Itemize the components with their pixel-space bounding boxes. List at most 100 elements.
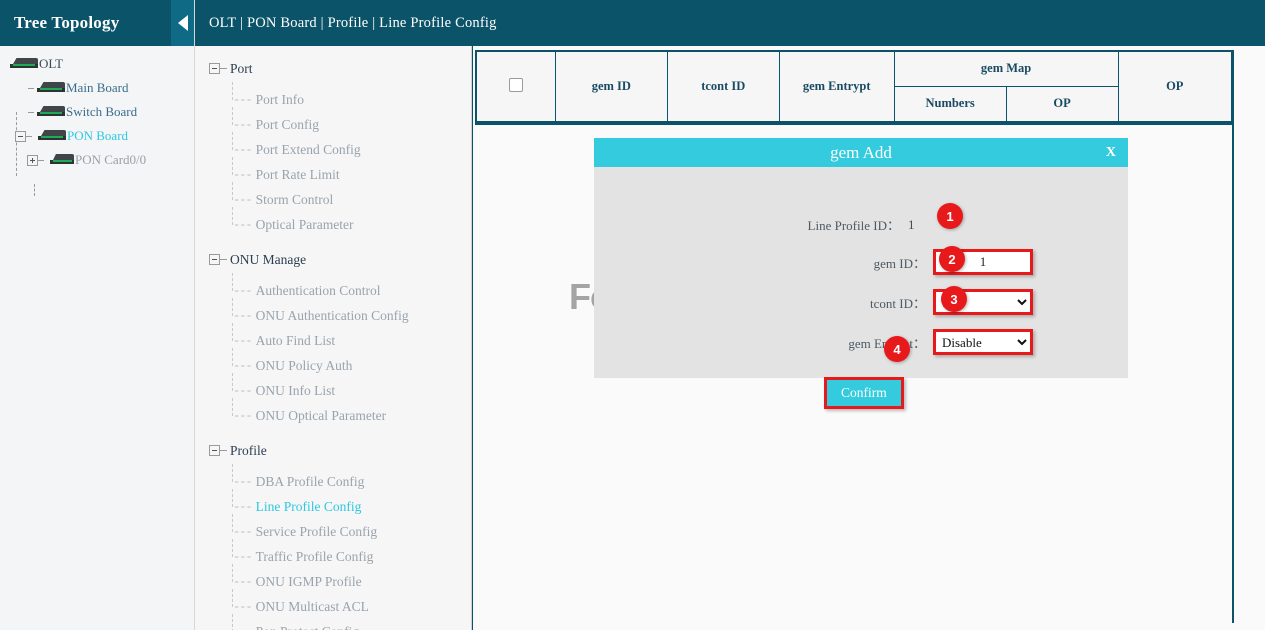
menu-group-label: Profile — [230, 443, 267, 459]
menu-connector — [232, 539, 233, 557]
gem-entrypt-highlight-box: DisableEnable — [933, 329, 1033, 355]
sidebar-item-port-config[interactable]: --- Port Config — [195, 112, 471, 137]
tree-node-switch-board[interactable]: Switch Board — [0, 100, 194, 124]
menu-connector-dash — [220, 259, 227, 260]
menu-connector-dash — [220, 450, 227, 451]
sidebar-item-port-rate-limit[interactable]: --- Port Rate Limit — [195, 162, 471, 187]
sidebar-item-traffic-profile-config[interactable]: --- Traffic Profile Config — [195, 544, 471, 569]
sidebar-item-storm-control[interactable]: --- Storm Control — [195, 187, 471, 212]
sidebar-item-label: Service Profile Config — [256, 524, 377, 540]
select-all-checkbox[interactable] — [509, 78, 523, 92]
menu-dash-icon: --- — [233, 168, 252, 182]
menu-connector — [232, 614, 233, 630]
table-right-border — [1232, 50, 1234, 623]
tree-connector-dash — [26, 136, 32, 137]
collapse-expander-icon[interactable] — [209, 445, 220, 456]
sidebar-item-label: Port Extend Config — [256, 142, 361, 158]
annotation-badge-1: 1 — [937, 203, 963, 229]
menu-connector — [232, 514, 233, 532]
expand-expander-icon[interactable] — [27, 155, 38, 166]
sidebar-item-onu-authentication-config[interactable]: --- ONU Authentication Config — [195, 303, 471, 328]
menu-dash-icon: --- — [233, 475, 252, 489]
menu-dash-icon: --- — [233, 193, 252, 207]
tree-node-label: PON Board — [67, 128, 128, 144]
sidebar-item-auto-find-list[interactable]: --- Auto Find List — [195, 328, 471, 353]
tree-connector — [34, 184, 35, 196]
sidebar-item-dba-profile-config[interactable]: --- DBA Profile Config — [195, 469, 471, 494]
device-icon — [37, 106, 65, 118]
menu-dash-icon: --- — [233, 384, 252, 398]
confirm-box: Confirm — [824, 377, 904, 409]
menu-connector — [232, 373, 233, 391]
confirm-button[interactable]: Confirm — [827, 380, 901, 406]
menu-dash-icon: --- — [233, 309, 252, 323]
sidebar-item-port-info[interactable]: --- Port Info — [195, 87, 471, 112]
sidebar-item-onu-optical-parameter[interactable]: --- ONU Optical Parameter — [195, 403, 471, 428]
col-header-gem-id: gem ID — [555, 51, 667, 123]
sidebar-item-label: Port Rate Limit — [256, 167, 340, 183]
line-profile-id-label: Line Profile ID： — [808, 215, 900, 234]
sidebar-item-label: DBA Profile Config — [256, 474, 365, 490]
menu-connector — [232, 298, 233, 316]
collapse-expander-icon[interactable] — [209, 63, 220, 74]
tree-node-label: Main Board — [66, 80, 128, 96]
gem-entrypt-select[interactable]: DisableEnable — [936, 332, 1030, 352]
sidebar-item-label: Traffic Profile Config — [256, 549, 374, 565]
collapse-expander-icon[interactable] — [209, 254, 220, 265]
sidebar-item-pon-protect-config[interactable]: --- Pon Protect Config — [195, 619, 471, 630]
tcont-id-row: tcont ID： 1234 — [840, 289, 1033, 315]
chevron-left-icon[interactable] — [171, 0, 194, 46]
gem-table-head: gem ID tcont ID gem Entrypt gem Map OP N… — [476, 51, 1232, 123]
sidebar-item-port-extend-config[interactable]: --- Port Extend Config — [195, 137, 471, 162]
device-icon — [50, 154, 74, 166]
menu-group-port[interactable]: Port — [195, 56, 471, 81]
sidebar-item-label: Pon Protect Config — [256, 624, 360, 630]
tree-topology-title: Tree Topology — [0, 13, 119, 33]
sidebar-item-label: Port Info — [256, 92, 304, 108]
menu-connector — [232, 348, 233, 366]
line-profile-id-value: 1 — [908, 217, 915, 233]
tree-node-olt[interactable]: OLT — [0, 52, 194, 76]
menu-dash-icon: --- — [233, 218, 252, 232]
app-root: Tree Topology OLT Main Board — [0, 0, 1265, 630]
col-header-gem-map-op: OP — [1006, 86, 1118, 123]
gem-table: gem ID tcont ID gem Entrypt gem Map OP N… — [475, 50, 1233, 125]
sidebar-item-line-profile-config[interactable]: --- Line Profile Config — [195, 494, 471, 519]
menu-dash-icon: --- — [233, 93, 252, 107]
sidebar-item-onu-igmp-profile[interactable]: --- ONU IGMP Profile — [195, 569, 471, 594]
sidebar-item-label: Storm Control — [256, 192, 334, 208]
table-header-row-1: gem ID tcont ID gem Entrypt gem Map OP — [476, 51, 1232, 86]
menu-dash-icon: --- — [233, 359, 252, 373]
tree-topology-header: Tree Topology — [0, 0, 194, 46]
menu-group-profile[interactable]: Profile — [195, 438, 471, 463]
sidebar-item-authentication-control[interactable]: --- Authentication Control — [195, 278, 471, 303]
dialog-title: gem Add — [830, 143, 892, 163]
sidebar-item-label: Optical Parameter — [256, 217, 354, 233]
tree-node-pon-board[interactable]: PON Board — [0, 124, 194, 148]
dialog-body: Line Profile ID： 1 gem ID： tcont ID： 123… — [594, 167, 1128, 378]
tree-connector-dash — [38, 160, 44, 161]
tree-node-main-board[interactable]: Main Board — [0, 76, 194, 100]
tree-node-label: PON Card0/0 — [75, 152, 146, 168]
menu-dash-icon: --- — [233, 600, 252, 614]
sidebar-item-optical-parameter[interactable]: --- Optical Parameter — [195, 212, 471, 237]
menu-dash-icon: --- — [233, 500, 252, 514]
sidebar-item-onu-multicast-acl[interactable]: --- ONU Multicast ACL — [195, 594, 471, 619]
menu-connector-dash — [220, 68, 227, 69]
sidebar-item-label: ONU Optical Parameter — [256, 408, 386, 424]
menu-connector — [232, 82, 233, 100]
close-icon[interactable]: X — [1106, 138, 1116, 167]
select-all-header — [476, 51, 555, 123]
menu-dash-icon: --- — [233, 118, 252, 132]
line-profile-id-row: Line Profile ID： 1 — [594, 215, 1128, 234]
gem-id-label: gem ID： — [840, 253, 933, 272]
device-icon — [38, 130, 66, 142]
menu-connector — [232, 398, 233, 416]
menu-group-onu-manage[interactable]: ONU Manage — [195, 247, 471, 272]
sidebar-item-label: Port Config — [256, 117, 319, 133]
collapse-expander-icon[interactable] — [15, 131, 26, 142]
tree-node-pon-card[interactable]: PON Card0/0 — [0, 148, 194, 172]
sidebar-item-onu-policy-auth[interactable]: --- ONU Policy Auth — [195, 353, 471, 378]
sidebar-item-onu-info-list[interactable]: --- ONU Info List — [195, 378, 471, 403]
sidebar-item-service-profile-config[interactable]: --- Service Profile Config — [195, 519, 471, 544]
